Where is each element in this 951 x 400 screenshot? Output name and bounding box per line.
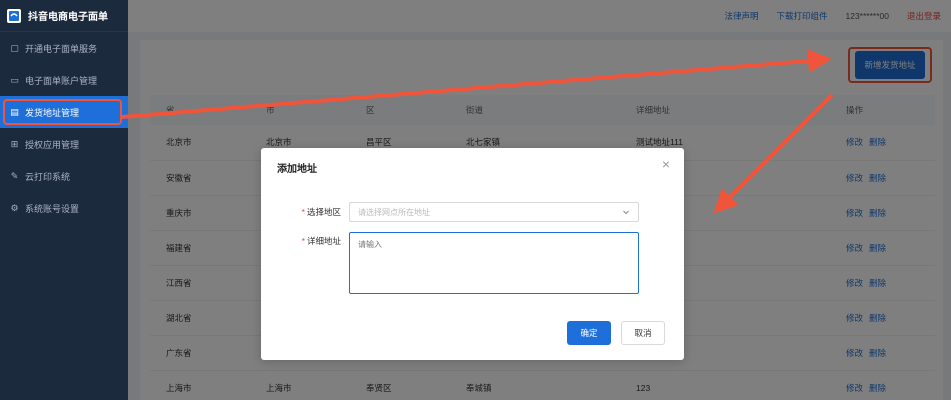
sidebar-item-label: 开通电子面单服务 <box>25 43 98 54</box>
sidebar-item-label: 云打印系统 <box>25 171 71 182</box>
sidebar-item-label: 系统账号设置 <box>25 203 80 214</box>
sidebar: 抖音电商电子面单 ▢ 开通电子面单服务 ▭ 电子面单账户管理 ▤ 发货地址管理 ⊞ 授权应用管… <box>0 0 128 400</box>
region-select[interactable]: 请选择网点所在地址 <box>349 202 639 222</box>
sidebar-item-label: 授权应用管理 <box>25 139 80 150</box>
sidebar-item-label: 电子面单账户管理 <box>25 75 98 86</box>
app-title: 抖音电商电子面单 <box>28 12 108 23</box>
region-placeholder: 请选择网点所在地址 <box>358 207 430 217</box>
region-row: * 选择地区 请选择网点所在地址 <box>261 202 639 222</box>
required-mark: * <box>301 207 305 217</box>
app-logo: 抖音电商电子面单 <box>0 0 128 32</box>
edit-icon: ✎ <box>10 170 19 181</box>
detail-address-input[interactable] <box>349 232 639 294</box>
sidebar-item-2[interactable]: ▤ 发货地址管理 <box>0 96 128 128</box>
close-icon[interactable]: × <box>662 156 670 172</box>
region-label: * 选择地区 <box>301 207 341 217</box>
sidebar-item-3[interactable]: ⊞ 授权应用管理 <box>0 128 128 160</box>
sidebar-item-label: 发货地址管理 <box>25 107 80 118</box>
card-icon: ▭ <box>10 74 19 85</box>
chevron-down-icon <box>623 210 629 215</box>
confirm-button[interactable]: 确定 <box>567 321 611 345</box>
logo-icon <box>7 8 21 23</box>
detail-row: * 详细地址 <box>261 232 639 294</box>
address-icon: ▤ <box>10 106 19 117</box>
add-address-dialog: 添加地址 × *选择地区 请选择网点所在地址 *详细地址 确定 取消 <box>261 148 684 360</box>
sidebar-item-0[interactable]: ▢ 开通电子面单服务 <box>0 32 128 64</box>
grid-icon: ⊞ <box>10 138 19 149</box>
sidebar-item-5[interactable]: ⚙ 系统账号设置 <box>0 192 128 224</box>
dialog-title: 添加地址 <box>277 164 317 175</box>
detail-label: * 详细地址 <box>301 236 341 246</box>
required-mark: * <box>301 236 305 246</box>
sidebar-item-4[interactable]: ✎ 云打印系统 <box>0 160 128 192</box>
settings-icon: ⚙ <box>10 202 19 213</box>
sidebar-item-1[interactable]: ▭ 电子面单账户管理 <box>0 64 128 96</box>
cancel-button[interactable]: 取消 <box>621 321 665 345</box>
doc-icon: ▢ <box>10 42 19 53</box>
